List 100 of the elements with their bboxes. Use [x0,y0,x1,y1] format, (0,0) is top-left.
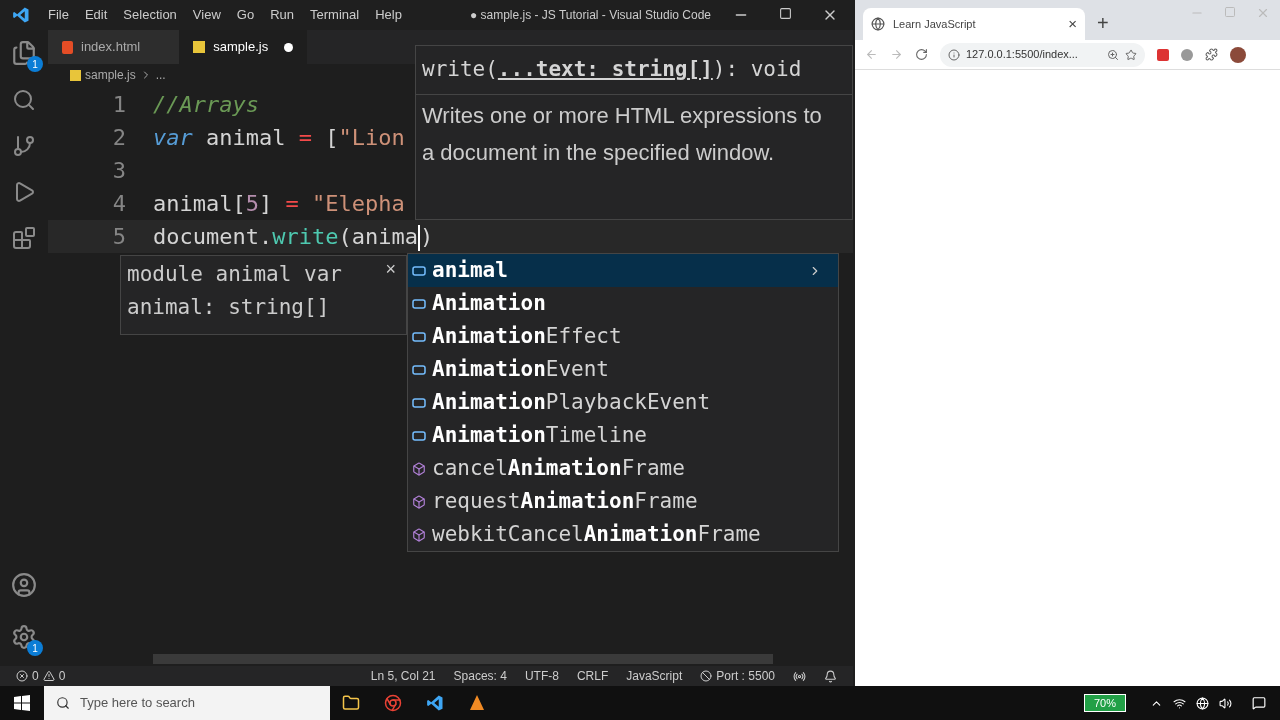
status-item[interactable]: UTF-8 [524,667,559,685]
close-button[interactable]: × [385,256,396,283]
html-file-icon [62,40,73,54]
window-title: ● sample.js - JS Tutorial - Visual Studio Code [469,7,711,24]
avatar[interactable] [1230,46,1246,63]
error-icon [16,670,28,682]
settings-icon[interactable] [11,624,37,650]
line-number: 4 [111,190,126,218]
notification-icon[interactable] [1252,696,1266,710]
cube-icon [412,494,426,509]
bell-icon[interactable] [824,669,837,683]
logo-icon [12,6,30,24]
folder-icon[interactable] [342,694,360,712]
notification-badge: 1 [27,640,43,656]
scrollbar[interactable] [153,654,773,664]
menu-item[interactable]: Run [262,5,302,25]
suggestion-label: cancelAnimationFrame [432,454,685,482]
variable-icon [412,396,426,409]
menu-item[interactable]: Edit [76,5,116,25]
browser-icon[interactable] [384,694,402,712]
variable-icon [412,297,426,310]
error-count[interactable]: 0 [32,667,39,685]
globe-icon [871,17,885,31]
editor-tab[interactable]: index.html [48,30,180,64]
menu-item[interactable]: File [40,5,77,25]
windows-icon[interactable] [14,695,30,711]
branch-icon[interactable] [12,134,36,158]
status-item[interactable]: Spaces: 4 [453,667,507,685]
taskbar-search-field[interactable]: Type here to search [44,686,330,720]
puzzle-icon[interactable] [1205,48,1218,61]
zoom-icon[interactable] [1107,48,1119,61]
variable-icon [412,429,426,442]
new-tab-button[interactable]: + [1097,8,1109,38]
menu-item[interactable]: Help [367,5,410,25]
extension-icon[interactable] [1157,48,1169,61]
cube-icon [412,461,426,476]
status-item[interactable]: JavaScript [626,667,683,685]
menu-item[interactable]: Terminal [302,5,368,25]
reload-icon[interactable] [915,48,928,61]
broadcast-icon[interactable] [793,669,806,683]
variable-icon [412,330,426,343]
editor-tab[interactable]: sample.js [179,30,308,64]
suggestion-label: AnimationPlaybackEvent [432,388,711,416]
browser-tab[interactable]: Learn JavaScript × [863,8,1085,40]
suggestion-item[interactable]: AnimationEvent [408,353,838,386]
notification-badge: 1 [27,56,43,72]
cone-icon[interactable] [468,694,486,712]
address-bar[interactable]: 127.0.0.1:5500/index... [940,42,1145,67]
suggestion-label: requestAnimationFrame [432,487,698,515]
documentation-text: Writes one or more HTML expressions to a document in the specified window. [422,101,822,167]
status-item[interactable]: CRLF [576,667,609,685]
suggestion-item[interactable]: AnimationTimeline [408,419,838,452]
info-icon [948,48,960,61]
suggestion-label: AnimationTimeline [432,421,647,449]
suggestion-item[interactable]: animal [408,254,838,287]
breadcrumb-item[interactable]: sample.js [85,66,136,84]
suggestion-label: AnimationEvent [432,355,609,383]
star-icon[interactable] [1125,48,1137,61]
tab-close-button[interactable]: × [1068,12,1077,36]
signature-text: write(...text: string[]): void [416,46,852,95]
maximize-icon[interactable] [779,7,792,20]
suggestion-label: animal [432,256,508,284]
suggestion-item[interactable]: webkitCancelAnimationFrame [408,518,838,551]
suggestion-item[interactable]: cancelAnimationFrame [408,452,838,485]
cube-icon [412,527,426,542]
account-icon[interactable] [11,572,37,598]
js-file-icon [70,69,81,81]
details-text: module animal var animal: string[] [127,261,342,321]
menu-item[interactable]: View [184,5,229,25]
suggestion-label: Animation [432,289,546,317]
line-number: 1 [111,91,126,119]
suggestion-item[interactable]: Animation [408,287,838,320]
menu-item[interactable]: Selection [115,5,185,25]
extension-icon[interactable] [1181,48,1193,61]
line-number: 3 [111,157,126,185]
code-line: //Arrays [153,91,259,119]
warning-count[interactable]: 0 [58,667,66,685]
line-number: 2 [111,124,126,152]
network-icon[interactable] [1173,696,1186,710]
line-number: 5 [111,223,126,251]
suggestion-label: webkitCancelAnimationFrame [432,520,761,548]
breadcrumb-item[interactable]: ... [155,66,166,84]
search-icon[interactable] [12,88,36,112]
suggestion-item[interactable]: AnimationEffect [408,320,838,353]
extensions-icon[interactable] [12,226,36,250]
code-line: document.write(anima) [153,223,434,253]
search-icon [56,696,70,710]
status-item[interactable]: Port : 5500 [716,667,775,685]
code-line: var animal = ["Lion [153,124,405,152]
suggestion-item[interactable]: requestAnimationFrame [408,485,838,518]
volume-icon[interactable] [1219,696,1232,710]
variable-icon [412,363,426,376]
globe-icon[interactable] [1196,696,1209,710]
warning-icon [42,670,55,682]
menu-item[interactable]: Go [228,5,263,25]
editor-app-icon[interactable] [426,694,444,712]
files-icon[interactable] [11,40,37,66]
status-item[interactable]: Ln 5, Col 21 [370,667,436,685]
suggestion-item[interactable]: AnimationPlaybackEvent [408,386,838,419]
variable-icon [412,264,426,277]
